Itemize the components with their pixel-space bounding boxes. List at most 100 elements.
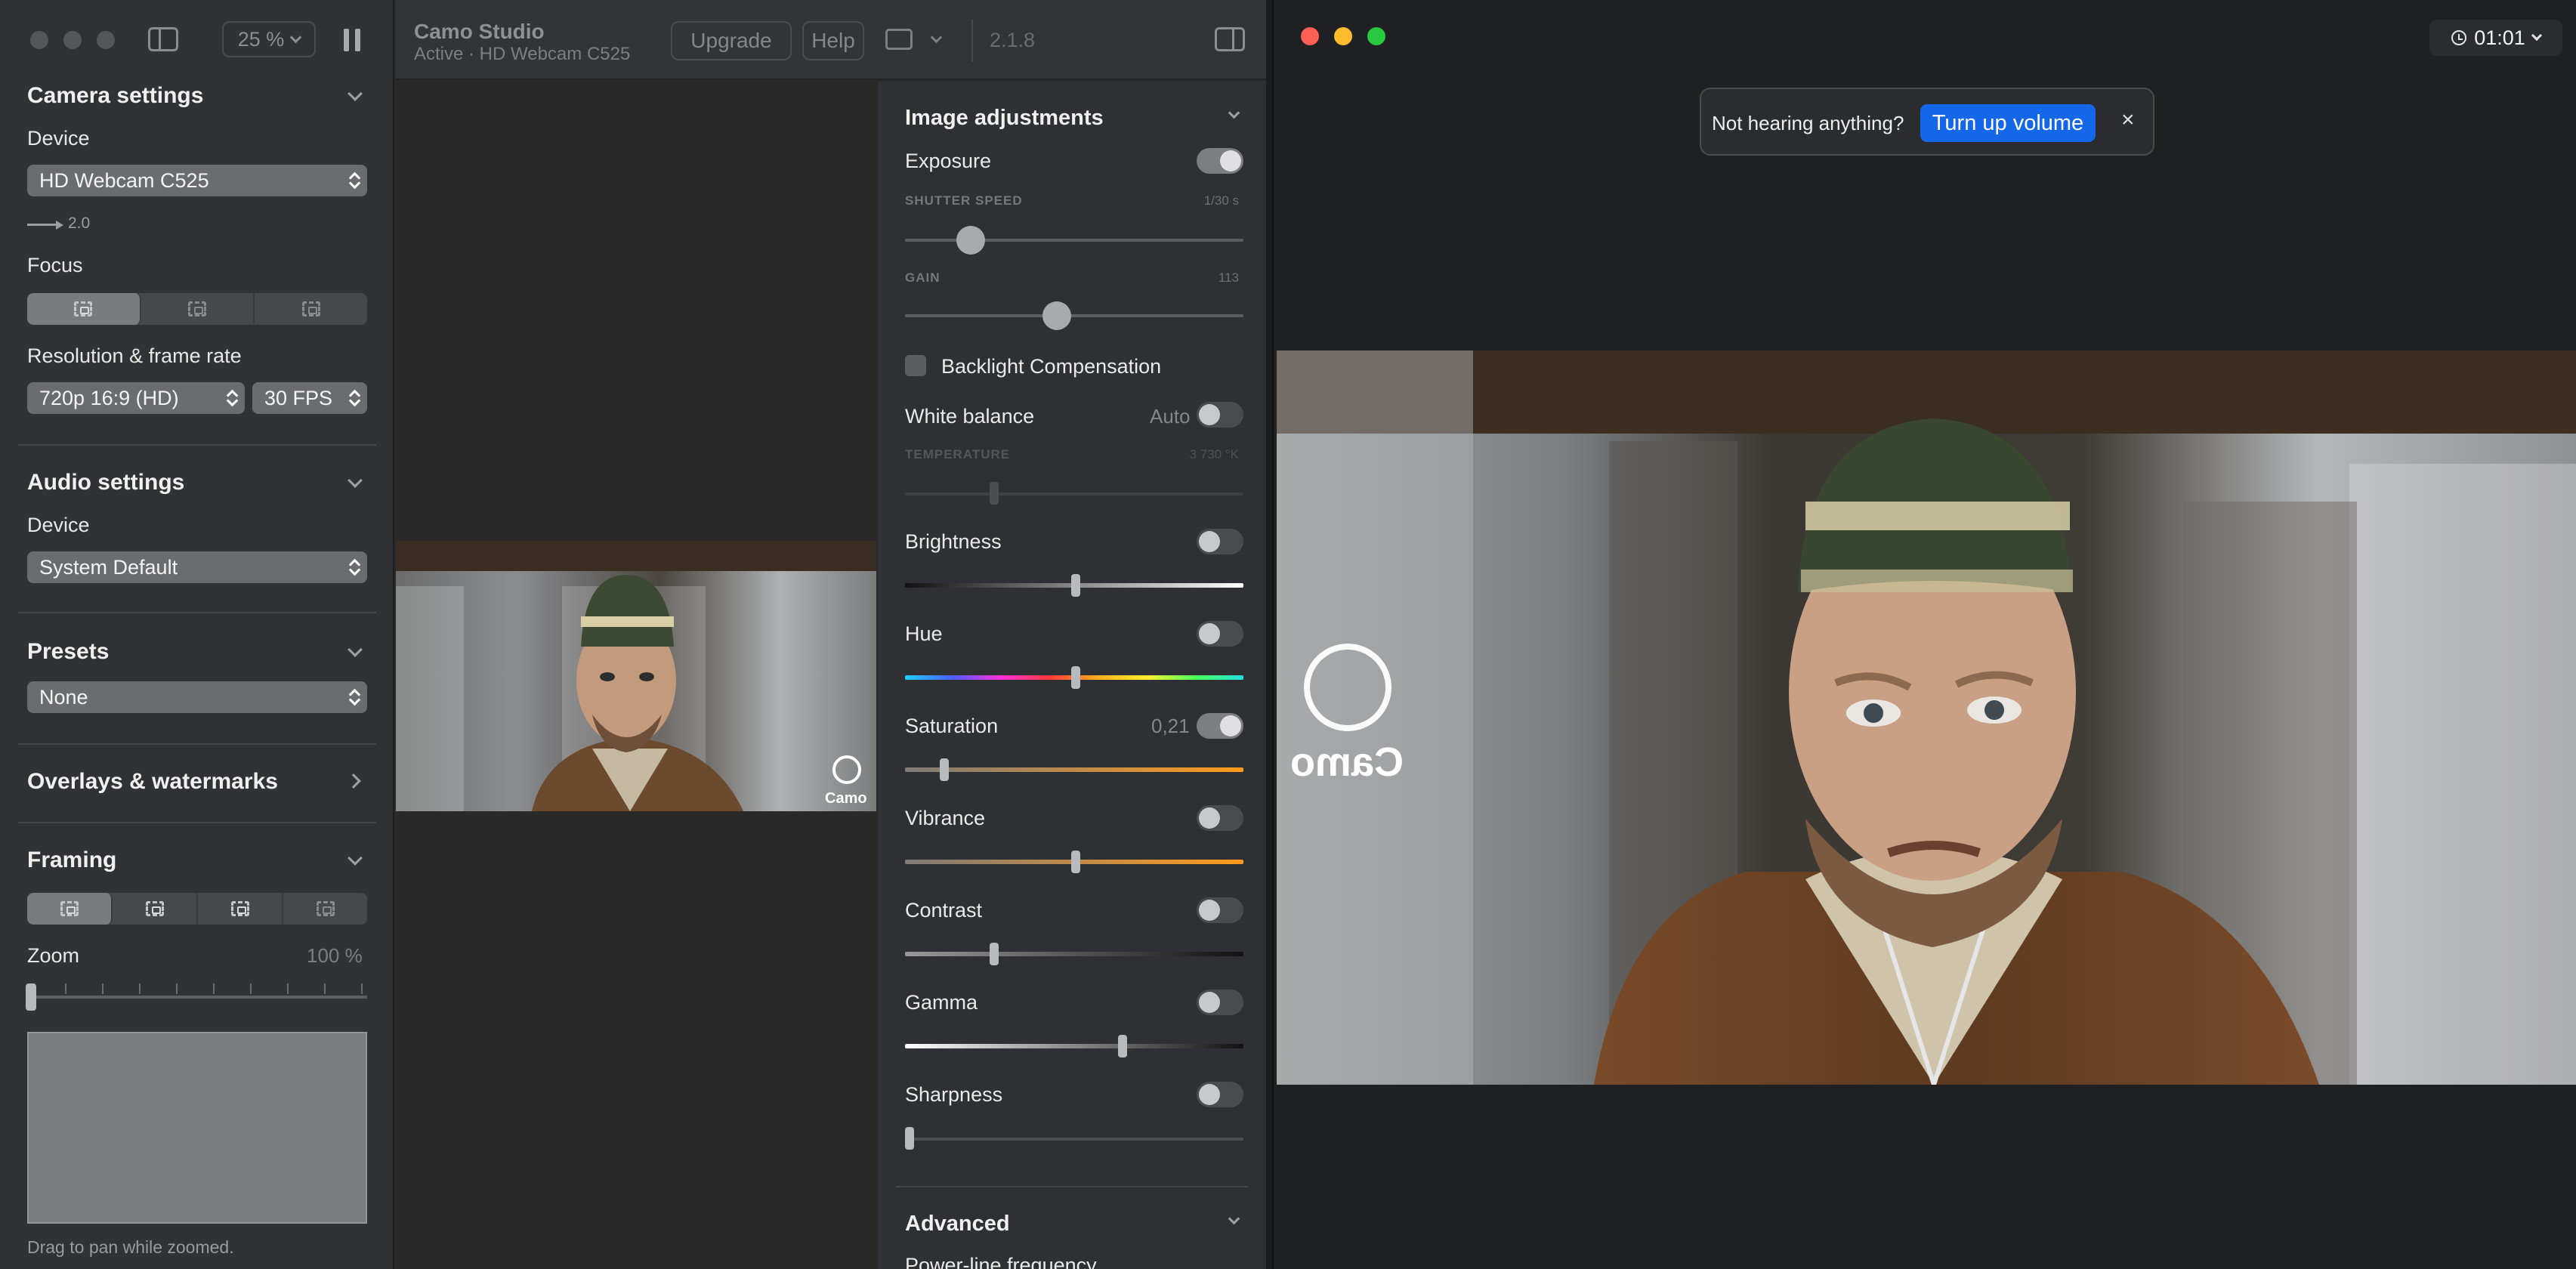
gamma-knob[interactable] [1118, 1035, 1127, 1058]
contrast-track[interactable] [905, 952, 1243, 956]
exposure-toggle[interactable] [1197, 148, 1243, 174]
chevron-down-icon[interactable] [1228, 107, 1240, 119]
zoom-value: 100 % [307, 944, 363, 967]
minimize-window-button[interactable] [63, 31, 82, 49]
white-balance-toggle[interactable] [1197, 402, 1243, 428]
focus-auto-icon [74, 301, 93, 316]
audio-notice: Not hearing anything? Turn up volume × [1700, 88, 2154, 156]
framing-face-option[interactable] [113, 893, 198, 925]
saturation-knob[interactable] [940, 758, 949, 781]
close-window-button[interactable] [30, 31, 48, 49]
hue-toggle[interactable] [1197, 621, 1243, 647]
slider-tick [176, 983, 178, 994]
temperature-knob[interactable] [990, 482, 999, 505]
shutter-speed-knob[interactable] [956, 226, 985, 255]
zoom-window-button[interactable] [1367, 27, 1385, 45]
close-icon[interactable]: × [2121, 107, 2135, 133]
updown-icon [349, 171, 360, 190]
help-button[interactable]: Help [802, 21, 864, 60]
section-divider [18, 444, 376, 446]
camera-preview-area: Camo [396, 82, 876, 1269]
backlight-label: Backlight Compensation [941, 355, 1162, 378]
preset-value: None [39, 685, 88, 709]
pause-icon[interactable] [344, 29, 360, 51]
camera-preview[interactable]: Camo [396, 541, 876, 811]
camo-studio-window: 25 % Camera settings Device HD Webcam C5… [0, 0, 1266, 1269]
focus-face-option[interactable] [141, 293, 255, 325]
inspector-toggle-icon[interactable] [1215, 27, 1245, 51]
sharpness-track[interactable] [905, 1138, 1243, 1141]
temperature-label: TEMPERATURE [905, 447, 1011, 462]
turn-up-volume-button[interactable]: Turn up volume [1920, 104, 2096, 142]
brightness-knob[interactable] [1071, 574, 1080, 597]
upgrade-button[interactable]: Upgrade [671, 21, 792, 60]
camera-device-select[interactable]: HD Webcam C525 [27, 165, 367, 196]
sidebar-toggle-icon[interactable] [148, 27, 178, 51]
camo-logo-icon [1304, 644, 1391, 731]
chevron-down-icon[interactable] [930, 31, 943, 44]
framing-face-icon [145, 901, 164, 916]
chevron-down-icon[interactable] [347, 851, 363, 866]
brightness-toggle[interactable] [1197, 529, 1243, 554]
resolution-select[interactable]: 720p 16:9 (HD) [27, 382, 245, 414]
output-display-icon[interactable] [885, 29, 913, 50]
call-timer[interactable]: 01:01 [2429, 20, 2562, 56]
updown-icon [349, 558, 360, 576]
video-feed-image [1277, 350, 2576, 1085]
hue-knob[interactable] [1071, 666, 1080, 689]
camera-device-value: HD Webcam C525 [39, 168, 209, 192]
sharpness-knob[interactable] [905, 1127, 914, 1150]
gain-knob[interactable] [1042, 301, 1071, 330]
fps-select[interactable]: 30 FPS [252, 382, 367, 414]
chevron-down-icon[interactable] [347, 86, 363, 101]
chevron-down-icon[interactable] [347, 642, 363, 657]
focus-face-icon [188, 301, 206, 316]
gain-track[interactable] [905, 314, 1243, 317]
gamma-track[interactable] [905, 1044, 1243, 1048]
vibrance-toggle[interactable] [1197, 805, 1243, 831]
vibrance-knob[interactable] [1071, 851, 1080, 873]
slider-tick [65, 983, 66, 994]
clock-icon [2451, 30, 2467, 45]
pan-preview-area[interactable] [27, 1032, 367, 1224]
focus-auto-option[interactable] [27, 293, 141, 325]
saturation-value: 0,21 [1151, 715, 1190, 737]
zoom-level-label: 25 % [237, 27, 285, 51]
preset-select[interactable]: None [27, 681, 367, 713]
zoom-slider-knob[interactable] [26, 983, 36, 1011]
video-feed: Camo [1277, 350, 2576, 1085]
chevron-down-icon[interactable] [1228, 1212, 1240, 1225]
white-balance-mode: Auto [1150, 405, 1191, 428]
chevron-down-icon[interactable] [347, 473, 363, 488]
saturation-toggle[interactable] [1197, 713, 1243, 739]
updown-icon [349, 389, 360, 407]
saturation-track[interactable] [905, 767, 1243, 772]
contrast-label: Contrast [905, 899, 983, 922]
audio-device-select[interactable]: System Default [27, 551, 367, 583]
focus-manual-option[interactable] [255, 293, 367, 325]
overlays-title[interactable]: Overlays & watermarks [27, 769, 278, 795]
zoom-window-button[interactable] [97, 31, 115, 49]
hue-label: Hue [905, 622, 943, 645]
slider-tick [287, 983, 289, 994]
camera-preview-image [396, 541, 876, 811]
backlight-checkbox[interactable] [905, 355, 926, 376]
zoom-slider-track[interactable] [27, 996, 367, 999]
framing-custom-option[interactable] [283, 893, 367, 925]
gamma-toggle[interactable] [1197, 990, 1243, 1015]
framing-body-option[interactable] [198, 893, 283, 925]
minimize-window-button[interactable] [1334, 27, 1352, 45]
contrast-knob[interactable] [990, 943, 999, 965]
chevron-right-icon[interactable] [346, 773, 361, 789]
temperature-value: 3 730 °K [1189, 447, 1239, 462]
powerline-label: Power-line frequency [905, 1254, 1097, 1269]
contrast-toggle[interactable] [1197, 897, 1243, 923]
temperature-track[interactable] [905, 492, 1243, 496]
pan-hint: Drag to pan while zoomed. [27, 1237, 234, 1257]
saturation-label: Saturation [905, 715, 999, 737]
section-divider [896, 1186, 1248, 1187]
framing-manual-option[interactable] [27, 893, 113, 925]
zoom-select[interactable]: 25 % [222, 21, 316, 57]
sharpness-toggle[interactable] [1197, 1082, 1243, 1107]
close-window-button[interactable] [1301, 27, 1319, 45]
